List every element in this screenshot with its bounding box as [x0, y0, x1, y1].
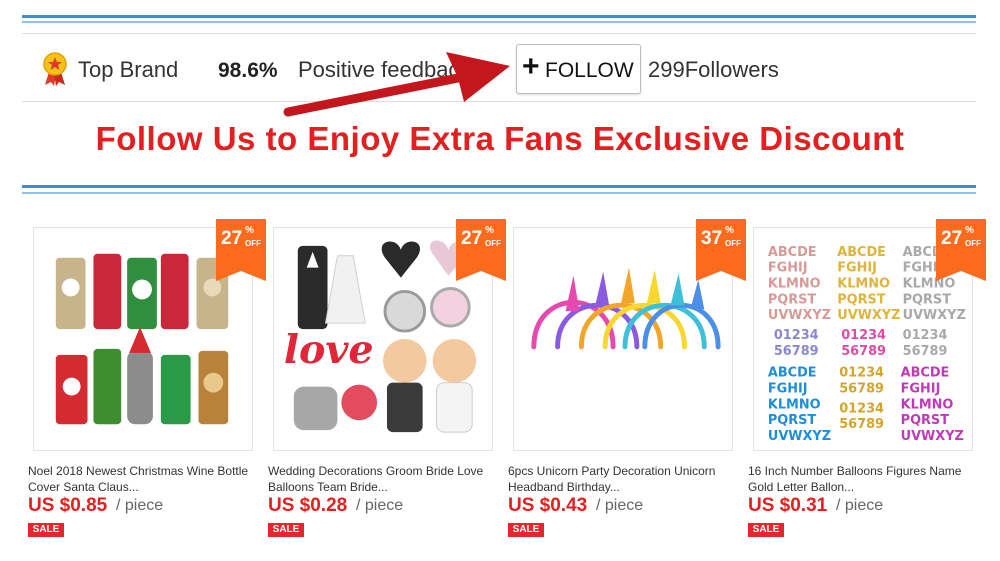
svg-text:KLMNO: KLMNO — [901, 397, 954, 412]
svg-text:56789: 56789 — [839, 382, 884, 397]
svg-text:KLMNO: KLMNO — [768, 276, 821, 291]
svg-text:56789: 56789 — [774, 344, 819, 359]
plus-icon: + — [522, 50, 540, 83]
svg-text:01234: 01234 — [841, 328, 886, 343]
svg-text:UVWXYZ: UVWXYZ — [901, 429, 964, 444]
svg-text:PQRST: PQRST — [768, 413, 817, 428]
product-price: US $0.43 — [508, 495, 588, 516]
product-title[interactable]: 6pcs Unicorn Party Decoration Unicorn He… — [508, 463, 738, 495]
discount-tag: 37 % OFF — [696, 219, 746, 281]
unicorn-headbands — [531, 267, 721, 350]
svg-text:PQRST: PQRST — [901, 413, 950, 428]
arrow-icon — [283, 52, 510, 117]
product-title[interactable]: 16 Inch Number Balloons Figures Name Gol… — [748, 463, 978, 495]
wedding-balloons: love — [284, 240, 477, 433]
svg-text:love: love — [284, 327, 374, 373]
svg-text:ABCDE: ABCDE — [901, 366, 950, 381]
svg-text:56789: 56789 — [841, 344, 886, 359]
price-unit: / piece — [596, 497, 644, 514]
sale-badge: SALE — [748, 523, 784, 537]
follow-button-label: FOLLOW — [545, 59, 634, 82]
svg-text:56789: 56789 — [903, 344, 948, 359]
svg-text:FGHIJ: FGHIJ — [768, 261, 808, 276]
top-divider-light — [22, 21, 976, 23]
svg-text:PQRST: PQRST — [837, 292, 886, 307]
medal-icon — [43, 52, 67, 86]
mid-divider — [22, 185, 976, 188]
wine-bottle-covers — [55, 253, 229, 425]
discount-tag: 27 % OFF — [456, 219, 506, 281]
svg-text:56789: 56789 — [839, 417, 884, 432]
svg-text:UVWXYZ: UVWXYZ — [903, 308, 966, 323]
svg-text:FGHIJ: FGHIJ — [901, 382, 941, 397]
svg-text:01234: 01234 — [903, 328, 948, 343]
svg-text:01234: 01234 — [839, 366, 884, 381]
top-brand-label: Top Brand — [78, 57, 179, 82]
sale-badge: SALE — [28, 523, 64, 537]
feedback-score: 98.6% — [218, 59, 278, 82]
svg-text:PQRST: PQRST — [768, 292, 817, 307]
price-unit: / piece — [116, 497, 164, 514]
svg-text:ABCDE: ABCDE — [768, 245, 817, 260]
svg-text:01234: 01234 — [774, 328, 819, 343]
store-bar-top-border — [22, 33, 976, 34]
product-title[interactable]: Wedding Decorations Groom Bride Love Bal… — [268, 463, 498, 495]
top-divider — [22, 15, 976, 18]
svg-text:ABCDE: ABCDE — [837, 245, 886, 260]
product-title[interactable]: Noel 2018 Newest Christmas Wine Bottle C… — [28, 463, 258, 495]
product-card[interactable]: 37 % OFF 6pcs Unicorn Party Decoration U… — [508, 219, 746, 547]
product-price: US $0.28 — [268, 495, 348, 516]
followers-count: 299Followers — [648, 57, 779, 82]
svg-text:01234: 01234 — [839, 401, 884, 416]
svg-text:FGHIJ: FGHIJ — [837, 261, 877, 276]
product-card[interactable]: 27 % OFF Noel 2018 Newest Christmas Wine… — [28, 219, 266, 547]
product-card[interactable]: love 27 % OFF Wedding Decorations Groom … — [268, 219, 506, 547]
discount-tag: 27 % OFF — [216, 219, 266, 281]
mid-divider-light — [22, 192, 976, 194]
promo-headline: Follow Us to Enjoy Extra Fans Exclusive … — [95, 120, 905, 157]
discount-tag: 27 % OFF — [936, 219, 986, 281]
price-unit: / piece — [356, 497, 404, 514]
svg-text:UVWXYZ: UVWXYZ — [768, 308, 831, 323]
svg-text:KLMNO: KLMNO — [768, 397, 821, 412]
svg-text:UVWXYZ: UVWXYZ — [768, 429, 831, 444]
svg-text:UVWXYZ: UVWXYZ — [837, 308, 900, 323]
svg-text:PQRST: PQRST — [903, 292, 952, 307]
product-price: US $0.85 — [28, 495, 108, 516]
product-price: US $0.31 — [748, 495, 828, 516]
follow-button[interactable]: + FOLLOW — [516, 44, 641, 94]
sale-badge: SALE — [268, 523, 304, 537]
product-card[interactable]: ABCDE FGHIJ KLMNO PQRST UVWXYZ ABCDE FGH… — [748, 219, 986, 547]
svg-text:FGHIJ: FGHIJ — [768, 382, 808, 397]
price-unit: / piece — [836, 497, 884, 514]
svg-text:KLMNO: KLMNO — [837, 276, 890, 291]
sale-badge: SALE — [508, 523, 544, 537]
svg-text:ABCDE: ABCDE — [768, 366, 817, 381]
